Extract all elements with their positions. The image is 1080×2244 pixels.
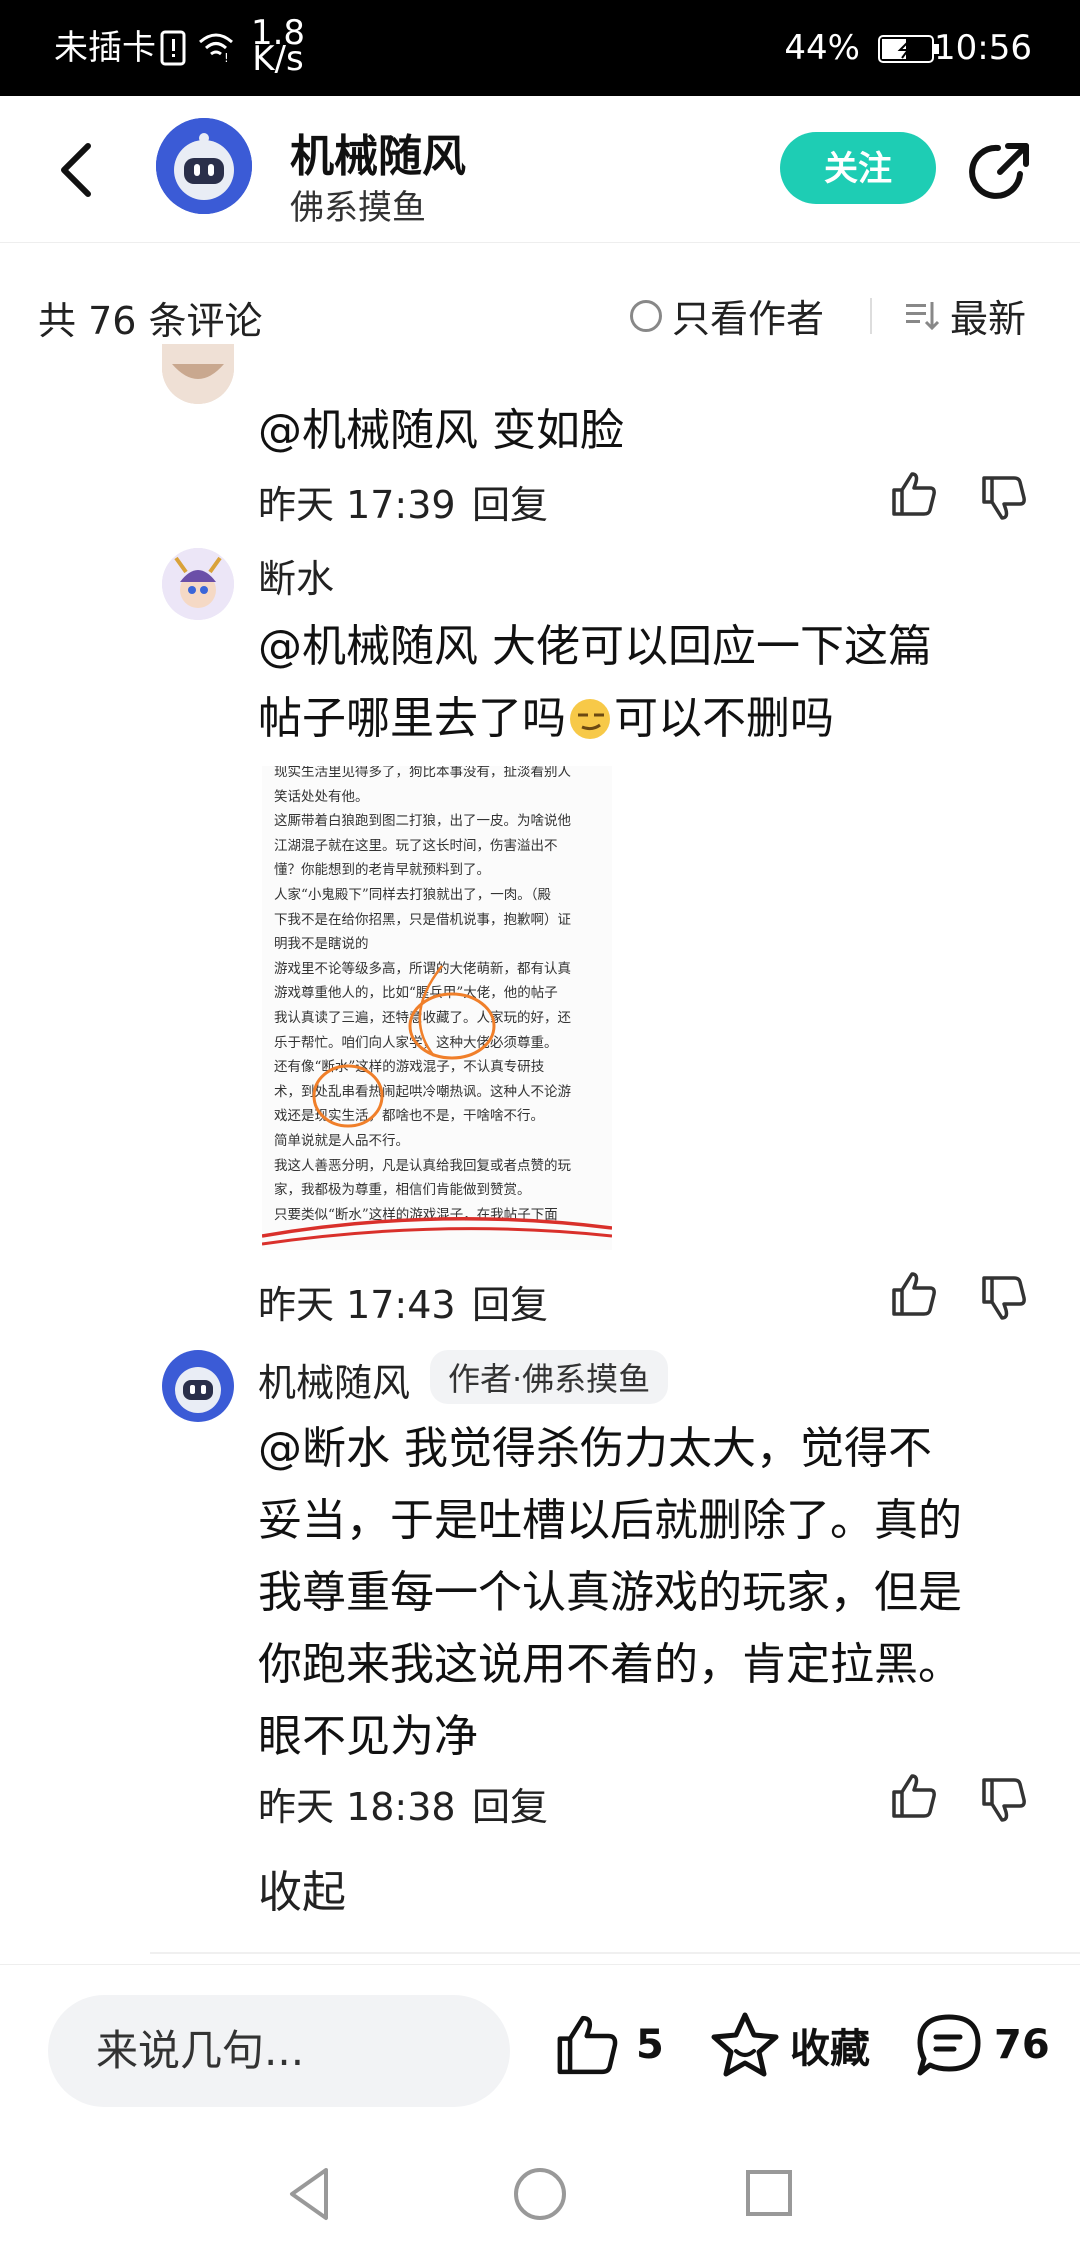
nav-recents-icon[interactable]	[744, 2168, 794, 2218]
collect-button[interactable]: 收藏	[710, 2011, 870, 2079]
author-avatar[interactable]	[162, 1350, 234, 1422]
carrier-label: 未插卡	[54, 28, 156, 68]
status-bar: 未插卡 ! 1.8 K/s 44% 10:56	[0, 0, 1080, 96]
commenter-avatar[interactable]	[162, 548, 234, 620]
nav-back-icon[interactable]	[286, 2166, 334, 2222]
speed-unit: K/s	[252, 39, 304, 79]
only-author-toggle[interactable]: 只看作者	[630, 288, 824, 343]
sort-icon	[906, 301, 940, 330]
collapse-button[interactable]: 收起	[258, 1856, 346, 1920]
thumbs-up-icon[interactable]	[888, 1268, 940, 1320]
back-arrow-icon[interactable]	[56, 140, 96, 200]
reply-button[interactable]: 回复	[472, 1274, 548, 1329]
thumbs-down-icon[interactable]	[978, 1272, 1030, 1324]
comment-text-line: 帖子哪里去了吗 可以不删吗	[258, 686, 834, 752]
avatar-fragment-icon	[162, 344, 234, 404]
comment-input[interactable]: 来说几句...	[48, 1995, 510, 2107]
author-badge: 作者·佛系摸鱼	[430, 1350, 669, 1404]
commenter-name[interactable]: 机械随风	[258, 1352, 410, 1407]
comment-text-part: 帖子哪里去了吗	[258, 693, 566, 744]
like-button[interactable]: 5	[554, 2013, 664, 2077]
clock: 10:56	[934, 28, 1032, 68]
comment-text-line: 你跑来我这说用不着的，肯定拉黑。	[258, 1639, 962, 1690]
comment-image[interactable]: 现实生活里见得多了，狗比本事没有，扯淡看别人 笑话处处有他。 这厮带着白狼跑到图二打…	[262, 766, 612, 1250]
reply-text: @机械随风 变如脸	[258, 405, 624, 456]
smirk-emoji-icon	[570, 699, 610, 739]
reply-time: 昨天 17:39	[258, 483, 456, 527]
thumbs-up-icon	[557, 2015, 618, 2075]
comment-count: 共 76 条评论	[38, 299, 263, 343]
comment-text-line: 眼不见为净	[258, 1711, 478, 1762]
author-avatar[interactable]	[156, 118, 252, 214]
robot-avatar-icon	[162, 1350, 234, 1422]
comment-count-badge: 76	[994, 2022, 1050, 2068]
comment-text-part: 可以不删吗	[614, 693, 834, 744]
avatar[interactable]	[162, 344, 234, 404]
bottom-action-bar: 来说几句... 5 收藏 76	[0, 1964, 1080, 2145]
comment-text-line: 妥当，于是吐槽以后就删除了。真的	[258, 1495, 962, 1546]
annotation-overlay	[262, 965, 612, 1246]
thumbs-up-icon[interactable]	[888, 1770, 940, 1822]
comment-text-line: @机械随风 大佬可以回应一下这篇	[258, 621, 932, 672]
comment-button[interactable]: 76	[914, 2011, 1050, 2079]
radio-icon	[630, 299, 662, 332]
reply-button[interactable]: 回复	[472, 1776, 548, 1831]
svg-text:!: !	[224, 51, 229, 64]
divider	[870, 298, 872, 334]
like-count: 5	[636, 2022, 664, 2068]
sim-alert-icon	[160, 30, 186, 66]
nav-home-icon[interactable]	[512, 2166, 568, 2222]
comment-time: 昨天 18:38	[258, 1785, 456, 1829]
wifi-icon: !	[199, 33, 233, 64]
network-speed: 1.8 K/s	[248, 16, 308, 79]
battery-icon	[878, 35, 939, 63]
author-subtitle: 佛系摸鱼	[290, 188, 426, 228]
comment-text-line: 我尊重每一个认真游戏的玩家，但是	[258, 1567, 962, 1618]
thumbs-down-icon[interactable]	[978, 472, 1030, 524]
robot-avatar-icon	[156, 118, 252, 214]
only-author-label: 只看作者	[672, 297, 825, 341]
comment-bubble-icon	[917, 2014, 981, 2076]
thumbs-up-icon[interactable]	[888, 468, 940, 520]
star-icon	[711, 2012, 779, 2077]
thumbs-down-icon[interactable]	[978, 1774, 1030, 1826]
reply-button[interactable]: 回复	[472, 474, 548, 529]
share-icon[interactable]	[968, 138, 1034, 204]
divider	[150, 1952, 1080, 1954]
battery-percent: 44%	[784, 28, 860, 68]
comment-text-line: @断水 我觉得杀伤力太大，觉得不	[258, 1423, 932, 1474]
sort-label: 最新	[950, 297, 1027, 341]
post-header: 机械随风 佛系摸鱼 关注	[0, 96, 1080, 243]
follow-button[interactable]: 关注	[780, 132, 936, 204]
sort-button[interactable]: 最新	[904, 288, 1026, 343]
commenter-name[interactable]: 断水	[258, 548, 334, 603]
anime-avatar-icon	[162, 548, 234, 620]
collect-label: 收藏	[790, 2026, 870, 2072]
system-nav-bar	[0, 2144, 1080, 2244]
comment-time: 昨天 17:43	[258, 1283, 456, 1327]
author-name[interactable]: 机械随风	[290, 120, 466, 184]
